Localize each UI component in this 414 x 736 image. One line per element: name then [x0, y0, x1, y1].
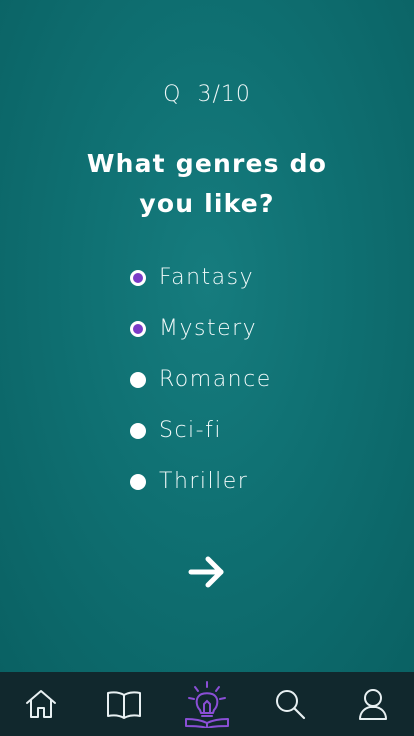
user-icon: [358, 689, 387, 720]
tab-profile[interactable]: [331, 672, 414, 736]
next-button[interactable]: [187, 552, 227, 592]
option-fantasy[interactable]: Fantasy: [130, 262, 330, 293]
option-label: Romance: [159, 367, 272, 392]
option-sci-fi[interactable]: Sci-fi: [130, 415, 330, 446]
genre-options: Fantasy Mystery Romance Sci-fi Thriller: [130, 262, 330, 517]
radio-selected-icon[interactable]: [130, 269, 146, 286]
radio-selected-icon[interactable]: [130, 320, 146, 337]
tab-search[interactable]: [248, 672, 331, 736]
quiz-content: Q 3/10 What genres do you like? Fantasy …: [0, 0, 414, 672]
search-icon: [275, 690, 305, 720]
option-label: Fantasy: [159, 265, 255, 290]
option-romance[interactable]: Romance: [130, 364, 330, 395]
book-icon: [107, 691, 142, 719]
radio-unselected-icon[interactable]: [130, 422, 146, 439]
option-label: Thriller: [159, 469, 249, 494]
option-label: Sci-fi: [159, 418, 222, 443]
option-thriller[interactable]: Thriller: [130, 466, 330, 497]
question-progress: Q 3/10: [163, 82, 251, 107]
radio-unselected-icon[interactable]: [130, 473, 146, 490]
question-title: What genres do you like?: [86, 149, 328, 218]
bottom-tab-bar: [0, 672, 414, 736]
tab-quiz[interactable]: [166, 672, 249, 736]
tab-home[interactable]: [0, 672, 83, 736]
radio-unselected-icon[interactable]: [130, 371, 146, 388]
home-icon: [26, 690, 57, 718]
option-mystery[interactable]: Mystery: [130, 313, 330, 344]
arrow-right-icon: [188, 556, 224, 588]
tab-library[interactable]: [83, 672, 166, 736]
quiz-screen: Q 3/10 What genres do you like? Fantasy …: [0, 0, 414, 736]
option-label: Mystery: [159, 316, 258, 341]
lightbulb-icon: [184, 681, 229, 728]
